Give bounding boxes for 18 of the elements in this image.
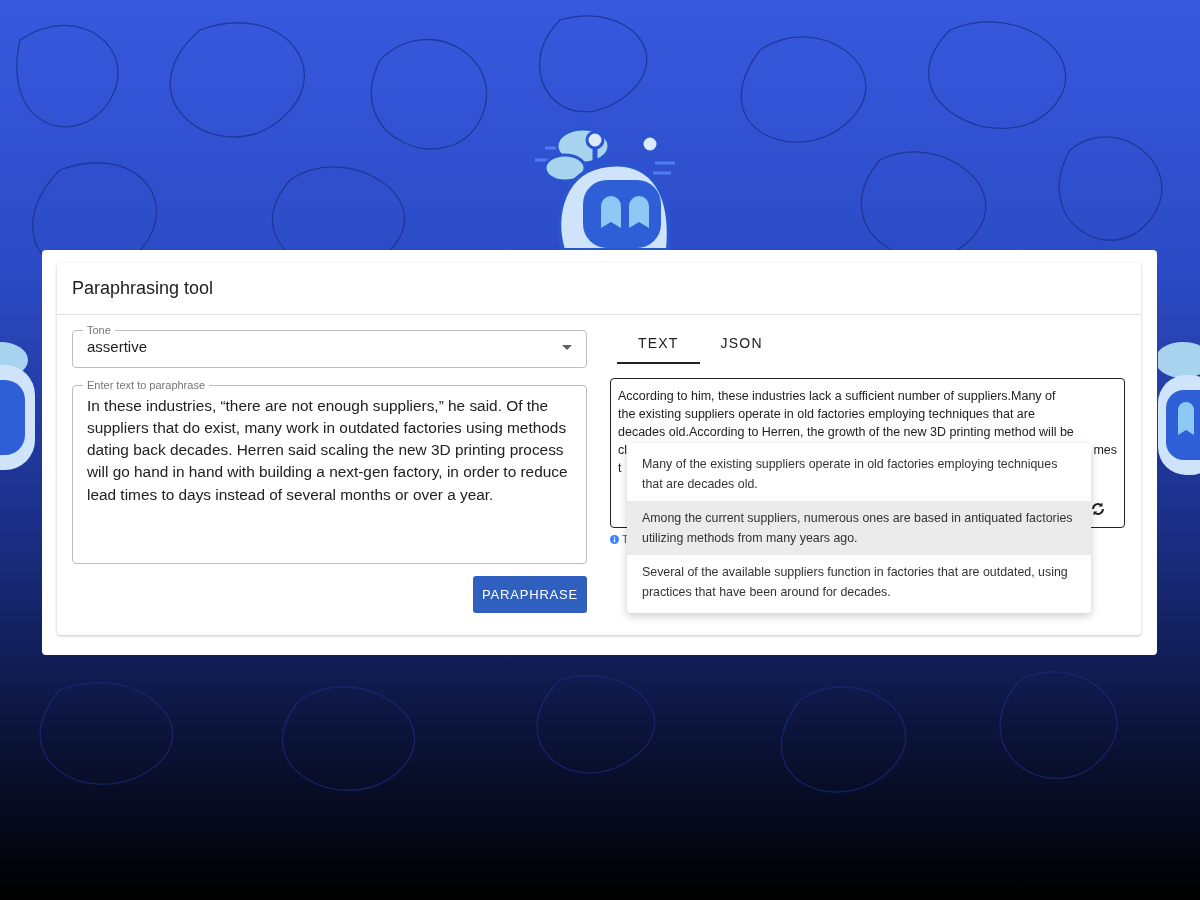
refresh-icon[interactable] (1090, 501, 1106, 517)
input-field[interactable]: Enter text to paraphrase In these industries, “there are not enough suppliers,” he said. Of the suppliers that do exist, many work in outdated factories using methods dating back decades. Herren said scaling the new 3D printing process will go hand in hand with building a next-gen factory, in order to reduce lead times to days instead of several months or over a year. (72, 379, 587, 564)
info-icon (610, 534, 619, 544)
card-title: Paraphrasing tool (71, 277, 215, 300)
suggestion-item[interactable]: Many of the existing suppliers operate in old factories employing techniques that are decades old. (627, 447, 1091, 501)
output-text: cl (618, 442, 628, 459)
tone-select[interactable]: Tone assertive (72, 325, 587, 368)
caret-icon (562, 344, 572, 350)
output-text: the existing suppliers operate in old factories employing techniques that are (618, 406, 1035, 423)
tab[interactable]: TEXT (617, 323, 700, 364)
output-text: mes (1093, 442, 1117, 459)
paraphrase-button[interactable]: PARAPHRASE (473, 575, 587, 613)
suggestion-item[interactable]: Among the current suppliers, numerous ones are based in antiquated factories utilizing methods from many years ago. (627, 501, 1091, 555)
tab[interactable]: JSON (699, 323, 784, 364)
output-text: t (618, 460, 622, 477)
suggestion-item[interactable]: Several of the available suppliers function in factories that are outdated, using practices that have been around for decades. (627, 555, 1091, 609)
output-text: According to him, these industries lack a sufficient number of suppliers.Many of (618, 388, 1056, 405)
output-text: decades old.According to Herren, the growth of the new 3D printing method will be (618, 424, 1074, 441)
